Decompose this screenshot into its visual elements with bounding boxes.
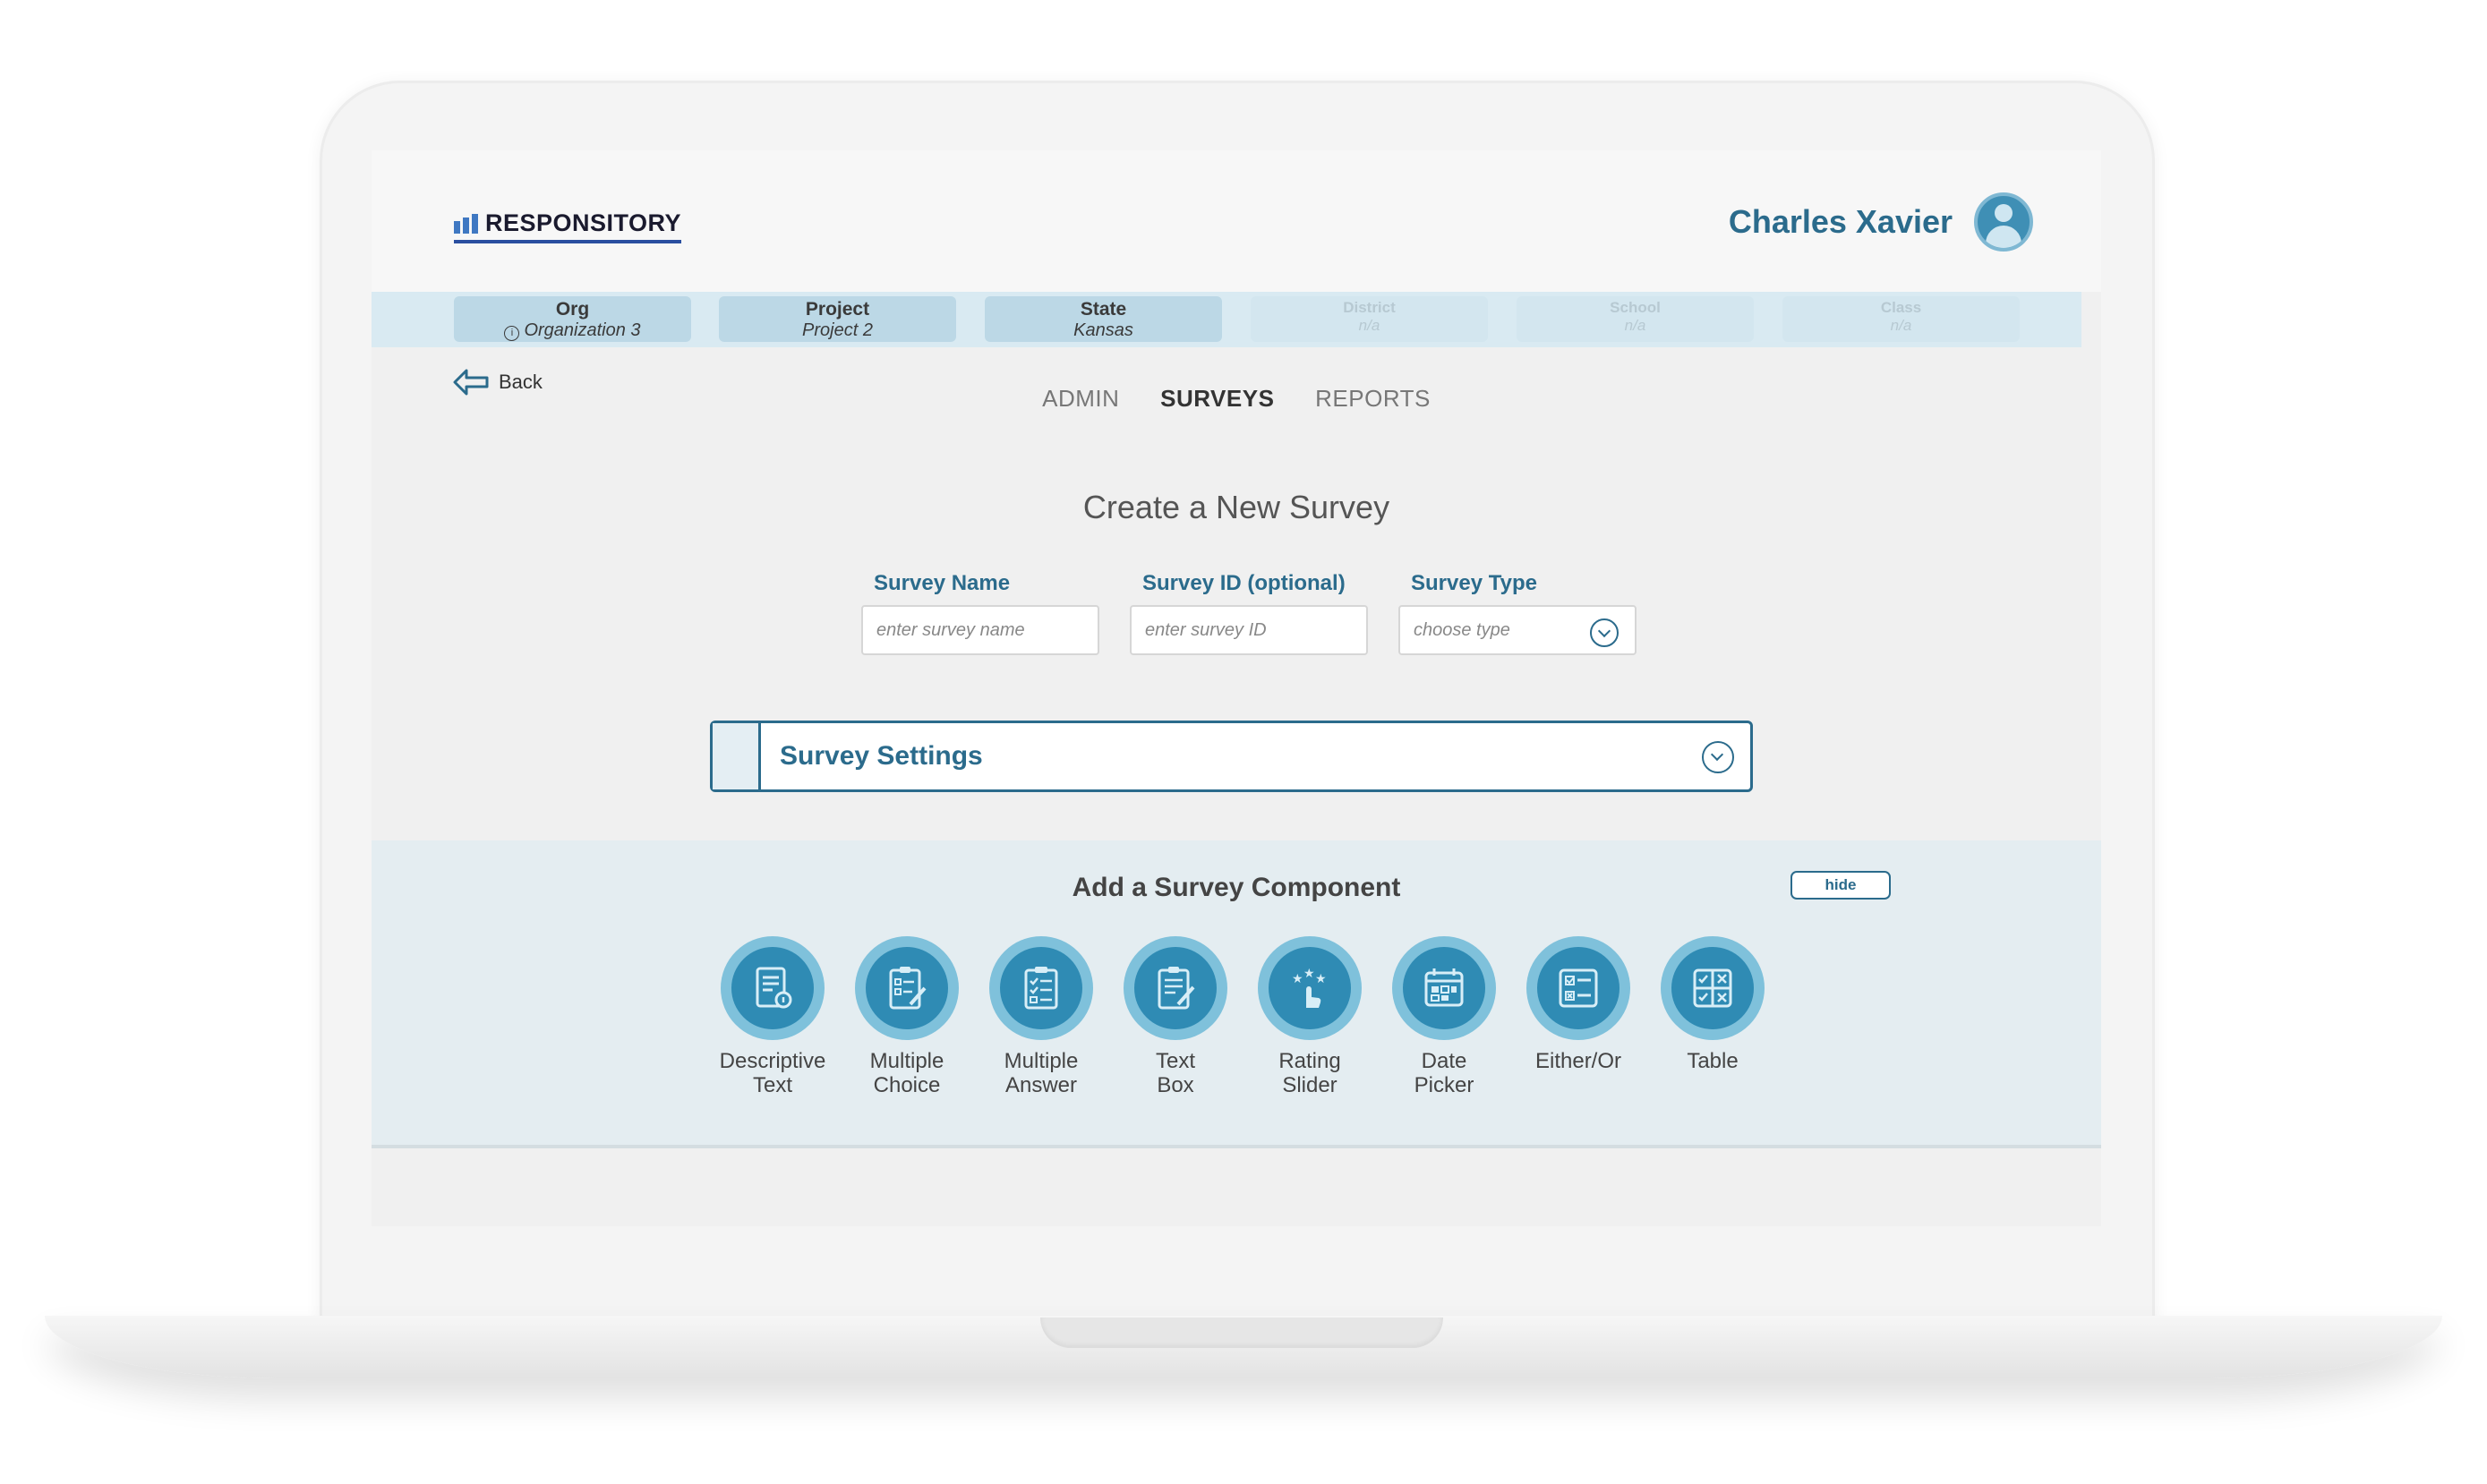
component-multiple-choice[interactable]: Multiple Choice <box>840 936 974 1097</box>
breadcrumb-school: School n/a <box>1517 296 1754 342</box>
breadcrumb-value: Organization 3 <box>524 320 641 340</box>
breadcrumb-label: School <box>1610 299 1661 316</box>
breadcrumb-class: Class n/a <box>1782 296 2020 342</box>
logo-bars-icon <box>454 213 478 234</box>
survey-type-select[interactable]: choose type <box>1398 605 1637 655</box>
survey-name-input[interactable]: enter survey name <box>861 605 1099 655</box>
descriptive-text-icon <box>756 967 792 1009</box>
svg-text:★: ★ <box>1315 972 1327 986</box>
component-descriptive-text[interactable]: Descriptive Text <box>705 936 840 1097</box>
survey-type-field: Survey Type choose type <box>1398 571 1637 655</box>
component-label-line1: Date <box>1421 1049 1467 1073</box>
breadcrumb-org[interactable]: Org i Organization 3 <box>454 296 691 342</box>
component-label-line1: Text <box>1155 1049 1195 1073</box>
app-logo[interactable]: RESPONSITORY <box>454 209 682 243</box>
main-nav: ADMIN SURVEYS REPORTS <box>372 385 2101 413</box>
component-label-line1: Table <box>1687 1049 1739 1073</box>
breadcrumb-label: State <box>1080 299 1127 320</box>
breadcrumb-bar: Org i Organization 3 Project Project 2 St… <box>372 292 2081 347</box>
component-date-picker[interactable]: Date Picker <box>1377 936 1511 1097</box>
survey-name-label: Survey Name <box>874 571 1011 595</box>
user-name: Charles Xavier <box>1728 203 1953 240</box>
component-label-line2: Picker <box>1414 1073 1474 1097</box>
breadcrumb-label: Org <box>555 299 590 320</box>
component-multiple-answer[interactable]: Multiple Answer <box>974 936 1108 1097</box>
chevron-down-icon[interactable] <box>1590 618 1619 647</box>
breadcrumb-label: Project <box>805 299 870 320</box>
survey-id-input[interactable]: enter survey ID <box>1130 605 1368 655</box>
avatar-icon[interactable] <box>1974 192 2033 252</box>
rating-slider-icon: ★ ★ ★ <box>1292 967 1327 1008</box>
either-or-icon <box>1559 968 1598 1008</box>
nav-reports[interactable]: REPORTS <box>1315 385 1431 412</box>
component-table[interactable]: Table <box>1645 936 1780 1073</box>
text-box-icon <box>1158 967 1195 1010</box>
multiple-answer-icon <box>1024 967 1058 1010</box>
survey-type-value: choose type <box>1414 619 1510 640</box>
table-icon <box>1693 968 1732 1008</box>
component-either-or[interactable]: Either/Or <box>1511 936 1645 1073</box>
component-label-line2: Choice <box>873 1073 941 1097</box>
breadcrumb-label: Class <box>1880 299 1922 316</box>
user-menu[interactable]: Charles Xavier <box>1729 192 2033 252</box>
component-label-line2: Slider <box>1282 1073 1338 1097</box>
date-picker-icon <box>1424 968 1464 1007</box>
laptop-notch <box>1040 1318 1443 1348</box>
component-label-line1: Descriptive <box>719 1049 826 1073</box>
breadcrumb-district: District n/a <box>1251 296 1488 342</box>
component-rating-slider[interactable]: ★ ★ ★ Rating Slider <box>1243 936 1377 1097</box>
breadcrumb-label: District <box>1343 299 1396 316</box>
survey-name-field: Survey Name enter survey name <box>861 571 1099 655</box>
component-label-line1: Either/Or <box>1534 1049 1622 1073</box>
nav-surveys[interactable]: SURVEYS <box>1160 385 1274 412</box>
breadcrumb-value: n/a <box>1624 317 1646 334</box>
info-icon: i <box>504 326 520 341</box>
page-title: Create a New Survey <box>1082 489 1390 525</box>
component-label-line2: Text <box>752 1073 792 1097</box>
survey-settings-panel[interactable]: Survey Settings <box>710 721 1753 792</box>
settings-tab-marker <box>713 723 761 789</box>
component-label-line1: Multiple <box>1004 1049 1079 1073</box>
breadcrumb-state[interactable]: State Kansas <box>985 296 1222 342</box>
breadcrumb-value: Project 2 <box>802 320 873 340</box>
app-header: RESPONSITORY Charles Xavier <box>372 150 2101 292</box>
survey-type-label: Survey Type <box>1411 571 1537 595</box>
survey-id-field: Survey ID (optional) enter survey ID <box>1130 571 1368 655</box>
breadcrumb-value: n/a <box>1358 317 1380 334</box>
component-text-box[interactable]: Text Box <box>1108 936 1243 1097</box>
breadcrumb-value: Kansas <box>1073 320 1133 340</box>
app-screen: RESPONSITORY Charles Xavier Org i Organiz… <box>372 150 2101 1226</box>
component-label-line1: Rating <box>1278 1049 1341 1073</box>
breadcrumb-project[interactable]: Project Project 2 <box>719 296 956 342</box>
add-component-panel: Add a Survey Component hide Descriptive T… <box>372 840 2101 1148</box>
survey-id-label: Survey ID (optional) <box>1142 571 1346 595</box>
survey-settings-title: Survey Settings <box>780 741 983 771</box>
component-label-line2: Answer <box>1004 1073 1078 1097</box>
logo-text: RESPONSITORY <box>485 209 682 236</box>
chevron-down-icon[interactable] <box>1702 741 1734 773</box>
svg-text:★: ★ <box>1303 967 1315 981</box>
bottom-area <box>372 1148 2101 1226</box>
svg-text:★: ★ <box>1292 972 1303 986</box>
hide-button[interactable]: hide <box>1790 871 1891 900</box>
breadcrumb-value: n/a <box>1890 317 1912 334</box>
component-label-line2: Box <box>1157 1073 1194 1097</box>
nav-admin[interactable]: ADMIN <box>1042 385 1119 412</box>
component-label-line1: Multiple <box>869 1049 944 1073</box>
multiple-choice-icon <box>889 967 927 1010</box>
